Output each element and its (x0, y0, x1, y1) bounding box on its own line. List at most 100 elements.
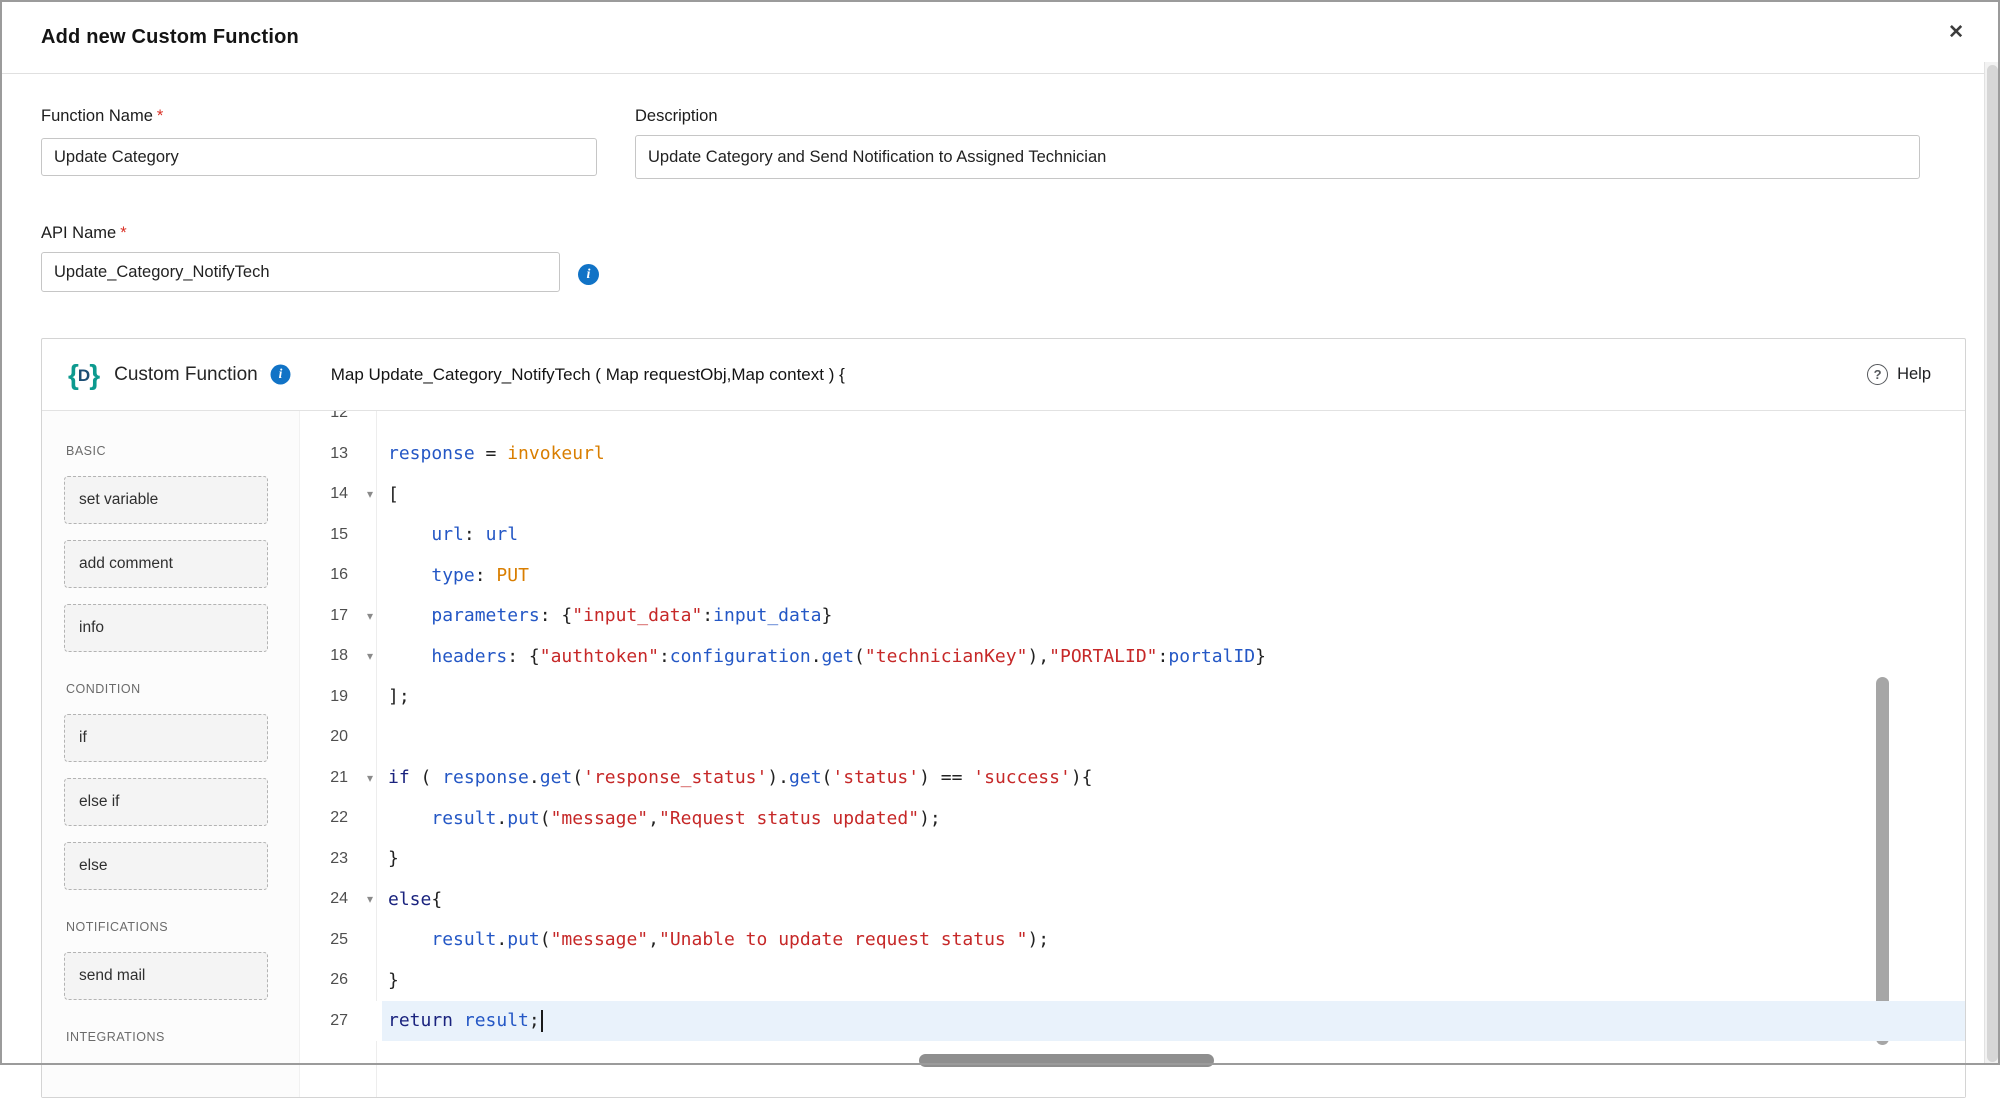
code-line-17[interactable]: 17▾ parameters: {"input_data":input_data… (300, 596, 1965, 637)
code-token: : (1158, 646, 1169, 667)
code-text: parameters: {"input_data":input_data} (382, 605, 832, 626)
required-asterisk: * (120, 224, 126, 242)
description-input[interactable] (635, 135, 1920, 179)
code-line-16[interactable]: 16 type: PUT (300, 555, 1965, 596)
page-scrollbar[interactable] (1984, 62, 2000, 1065)
help-button[interactable]: ? Help (1867, 364, 1931, 385)
function-name-input[interactable] (41, 138, 597, 176)
code-line-21[interactable]: 21▾if ( response.get('response_status').… (300, 758, 1965, 799)
code-token: ) == (919, 767, 973, 788)
custom-function-editor-panel: {D} Custom Function i Map Update_Categor… (41, 338, 1966, 1098)
snippet-button-else-if[interactable]: else if (64, 778, 268, 826)
info-glyph: i (587, 267, 591, 283)
code-token: : (475, 565, 497, 586)
code-token: result (464, 1010, 529, 1031)
code-token: : (659, 646, 670, 667)
code-token: if (388, 767, 410, 788)
code-token: ); (919, 808, 941, 829)
code-token: : { (540, 605, 573, 626)
api-name-info-icon[interactable]: i (578, 264, 599, 285)
code-token: 'response_status' (583, 767, 767, 788)
code-token: input_data (713, 605, 821, 626)
code-token: configuration (670, 646, 811, 667)
code-editor[interactable]: 1213response = invokeurl14▾[15 url: url1… (300, 411, 1965, 1097)
code-line-13[interactable]: 13response = invokeurl (300, 434, 1965, 475)
code-token: response (388, 443, 475, 464)
fold-spacer (358, 920, 382, 961)
fold-arrow-icon[interactable]: ▾ (358, 596, 382, 637)
editor-panel-header: {D} Custom Function i Map Update_Categor… (42, 339, 1965, 411)
code-token: "input_data" (572, 605, 702, 626)
line-number: 20 (300, 717, 358, 758)
fold-spacer (358, 960, 382, 1001)
fold-arrow-icon[interactable]: ▾ (358, 879, 382, 920)
code-line-26[interactable]: 26} (300, 960, 1965, 1001)
editor-horizontal-scrollbar-thumb[interactable] (919, 1054, 1214, 1067)
code-token: , (648, 929, 659, 950)
code-line-12[interactable]: 12 (300, 411, 1965, 434)
page-scrollbar-thumb[interactable] (1987, 65, 1998, 1062)
code-token (388, 646, 431, 667)
code-token: 'success' (973, 767, 1071, 788)
code-line-19[interactable]: 19]; (300, 677, 1965, 718)
fold-arrow-icon[interactable]: ▾ (358, 758, 382, 799)
line-number: 14 (300, 474, 358, 515)
code-token (388, 605, 431, 626)
code-token: ( (572, 767, 583, 788)
line-number: 23 (300, 839, 358, 880)
fold-spacer (358, 515, 382, 556)
custom-function-info-icon[interactable]: i (270, 365, 290, 385)
code-line-18[interactable]: 18▾ headers: {"authtoken":configuration.… (300, 636, 1965, 677)
code-line-27[interactable]: 27return result; (300, 1001, 1965, 1042)
code-token (388, 929, 431, 950)
code-token: : (464, 524, 486, 545)
code-text: headers: {"authtoken":configuration.get(… (382, 646, 1266, 667)
code-token: 'status' (832, 767, 919, 788)
api-name-label: API Name* (41, 224, 127, 243)
fold-arrow-icon[interactable]: ▾ (358, 636, 382, 677)
code-line-15[interactable]: 15 url: url (300, 515, 1965, 556)
line-number: 16 (300, 555, 358, 596)
code-token: ( (540, 929, 551, 950)
code-token: "message" (551, 808, 649, 829)
code-token: . (496, 808, 507, 829)
snippet-button-add-comment[interactable]: add comment (64, 540, 268, 588)
code-token: portalID (1168, 646, 1255, 667)
snippet-button-else[interactable]: else (64, 842, 268, 890)
code-token: : (702, 605, 713, 626)
api-name-input[interactable] (41, 252, 560, 292)
api-name-label-text: API Name (41, 224, 116, 242)
code-line-22[interactable]: 22 result.put("message","Request status … (300, 798, 1965, 839)
code-token: invokeurl (507, 443, 605, 464)
code-token (388, 808, 431, 829)
code-token: ]; (388, 686, 410, 707)
editor-panel-title: Custom Function (114, 364, 258, 386)
code-line-20[interactable]: 20 (300, 717, 1965, 758)
snippet-button-info[interactable]: info (64, 604, 268, 652)
code-line-25[interactable]: 25 result.put("message","Unable to updat… (300, 920, 1965, 961)
code-text: url: url (382, 524, 518, 545)
code-line-24[interactable]: 24▾else{ (300, 879, 1965, 920)
code-token: result (431, 929, 496, 950)
sidebar-section-label-notifications: NOTIFICATIONS (66, 920, 299, 934)
line-number: 15 (300, 515, 358, 556)
code-token (388, 565, 431, 586)
line-number: 25 (300, 920, 358, 961)
snippet-button-send-mail[interactable]: send mail (64, 952, 268, 1000)
function-signature: Map Update_Category_NotifyTech ( Map req… (331, 365, 845, 385)
code-text: ]; (382, 686, 410, 707)
dialog-header: Add new Custom Function ✕ (0, 0, 2000, 74)
code-text: else{ (382, 889, 442, 910)
code-line-14[interactable]: 14▾[ (300, 474, 1965, 515)
snippet-button-set-variable[interactable]: set variable (64, 476, 268, 524)
fold-spacer (358, 434, 382, 475)
snippet-button-if[interactable]: if (64, 714, 268, 762)
code-token: "Request status updated" (659, 808, 919, 829)
deluge-logo-icon: {D} (68, 361, 100, 389)
sidebar-section-label-condition: CONDITION (66, 682, 299, 696)
fold-arrow-icon[interactable]: ▾ (358, 474, 382, 515)
code-token: put (507, 929, 540, 950)
line-number: 22 (300, 798, 358, 839)
code-line-23[interactable]: 23} (300, 839, 1965, 880)
close-icon[interactable]: ✕ (1942, 20, 1970, 45)
